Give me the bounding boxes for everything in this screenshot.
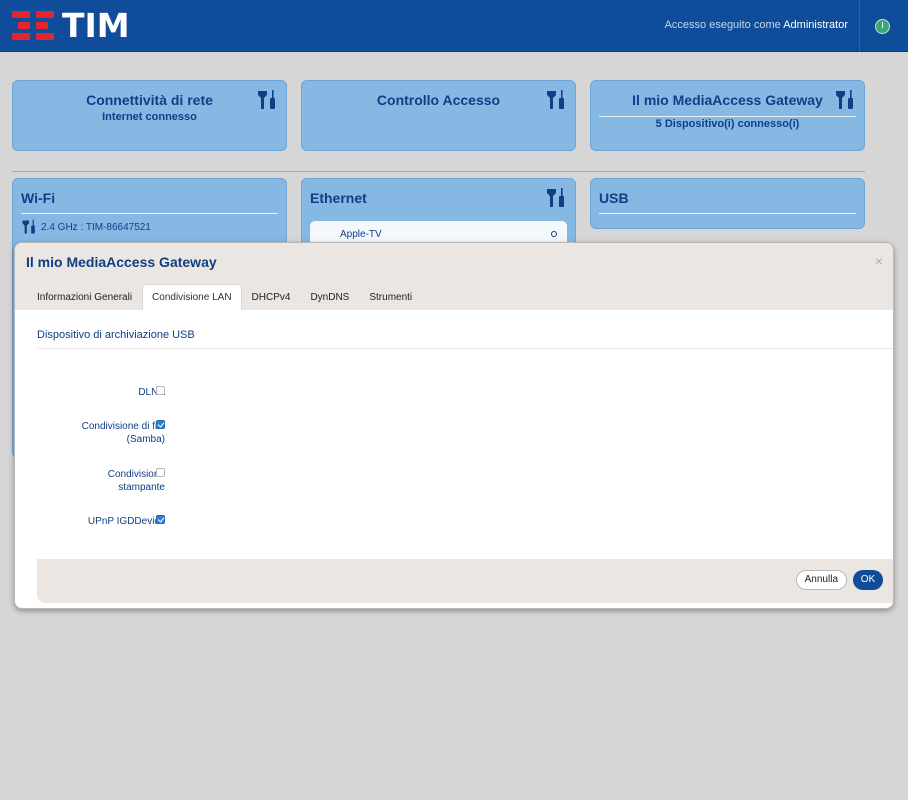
card-title: Ethernet [310, 190, 367, 206]
top-bar: TIM Accesso eseguito come Administrator [0, 0, 908, 52]
tab-dyndns[interactable]: DynDNS [300, 284, 359, 310]
option-label: UPnP IGDDevice [87, 516, 165, 527]
section-divider [37, 348, 893, 349]
dlna-checkbox[interactable] [156, 386, 165, 395]
printer-sharing-checkbox[interactable] [156, 468, 165, 477]
card-divider [599, 116, 856, 117]
card-divider [599, 213, 856, 214]
tools-icon[interactable] [21, 219, 37, 235]
tab-dhcpv4[interactable]: DHCPv4 [242, 284, 301, 310]
ok-button[interactable]: OK [853, 570, 883, 590]
tools-icon[interactable] [834, 89, 856, 111]
device-name: Apple-TV [340, 229, 382, 240]
wifi-network-label: 2.4 GHz : TIM-86647521 [41, 221, 151, 233]
power-icon[interactable] [875, 19, 890, 34]
section-title: Dispositivo di archiviazione USB [37, 329, 195, 341]
close-icon[interactable]: × [875, 253, 883, 269]
modal-header: Il mio MediaAccess Gateway × Informazion… [15, 243, 893, 310]
tab-condivisione-lan[interactable]: Condivisione LAN [142, 284, 242, 310]
card-network-connectivity[interactable]: Connettività di rete Internet connesso [12, 80, 287, 151]
card-status: Internet connesso [102, 111, 197, 123]
gateway-modal: Il mio MediaAccess Gateway × Informazion… [14, 242, 894, 609]
tab-strumenti[interactable]: Strumenti [359, 284, 422, 310]
modal-tabs: Informazioni Generali Condivisione LAN D… [27, 284, 422, 310]
section-divider [12, 171, 865, 172]
card-gateway[interactable]: Il mio MediaAccess Gateway 5 Dispositivo… [590, 80, 865, 151]
option-label: Condivisione di file (Samba) [81, 421, 165, 445]
card-title: USB [599, 190, 629, 206]
card-title: Il mio MediaAccess Gateway [632, 92, 823, 108]
brand-name: TIM [62, 6, 130, 45]
card-title: Controllo Accesso [376, 92, 501, 108]
tim-logo-icon [12, 11, 54, 41]
cancel-button[interactable]: Annulla [795, 570, 847, 590]
option-label: Condivisione stampante [107, 469, 165, 493]
topbar-divider [859, 0, 860, 52]
wifi-network-item[interactable]: 2.4 GHz : TIM-86647521 [21, 219, 151, 235]
login-prefix: Accesso eseguito come [664, 19, 781, 31]
card-title: Wi-Fi [21, 190, 56, 206]
option-label: DLNA [138, 387, 165, 398]
login-status: Accesso eseguito come Administrator [665, 19, 848, 31]
modal-footer: Annulla OK [37, 559, 893, 603]
tools-icon[interactable] [545, 89, 567, 111]
tools-icon[interactable] [545, 187, 567, 209]
card-title: Connettività di rete [86, 92, 213, 108]
card-divider [21, 213, 278, 214]
radio-dot-icon [551, 231, 557, 237]
tab-informazioni-generali[interactable]: Informazioni Generali [27, 284, 142, 310]
card-status: 5 Dispositivo(i) connesso(i) [655, 118, 800, 130]
login-user: Administrator [783, 19, 848, 31]
tim-logo[interactable]: TIM [12, 6, 130, 45]
samba-checkbox[interactable] [156, 420, 165, 429]
ethernet-device-item[interactable]: Apple-TV [310, 221, 567, 243]
tools-icon[interactable] [256, 89, 278, 111]
card-access-control[interactable]: Controllo Accesso [301, 80, 576, 151]
upnp-checkbox[interactable] [156, 515, 165, 524]
modal-title: Il mio MediaAccess Gateway [26, 254, 217, 270]
card-usb[interactable]: USB [590, 178, 865, 229]
